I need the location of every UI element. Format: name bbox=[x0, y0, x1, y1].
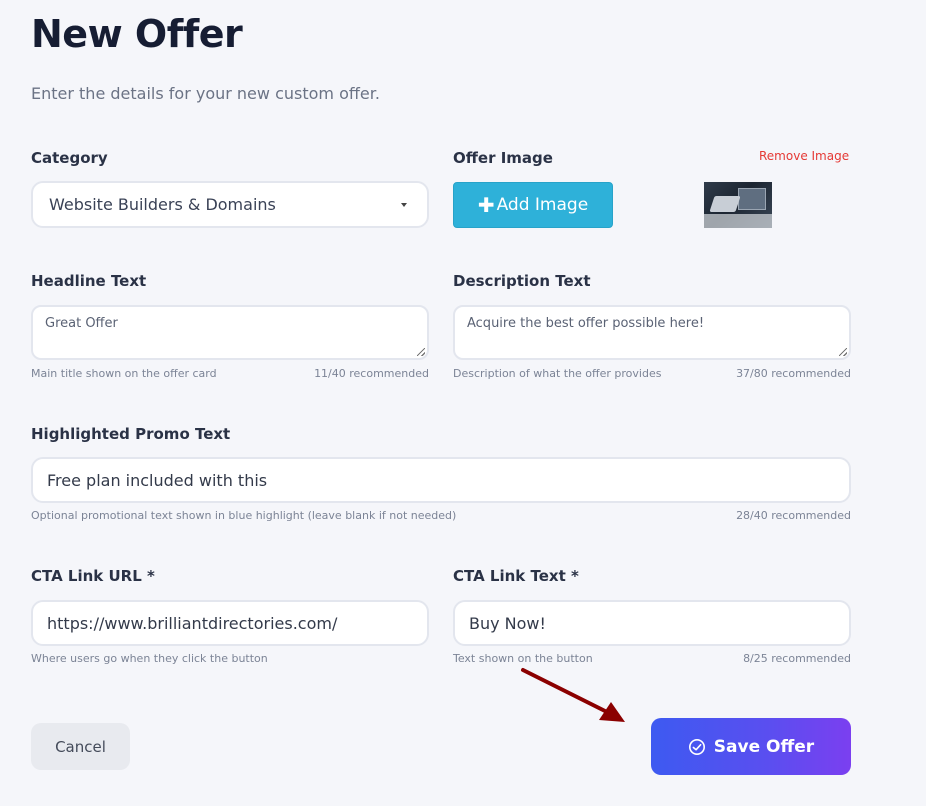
description-count: 37/80 recommended bbox=[736, 367, 851, 380]
headline-textarea[interactable]: Great Offer bbox=[31, 305, 429, 360]
add-image-button[interactable]: ✚ Add Image bbox=[453, 182, 613, 228]
cta-text-input[interactable]: Buy Now! bbox=[453, 600, 851, 646]
category-label: Category bbox=[31, 149, 108, 167]
description-textarea[interactable]: Acquire the best offer possible here! bbox=[453, 305, 851, 360]
plus-icon: ✚ bbox=[477, 193, 495, 217]
offer-image-label: Offer Image bbox=[453, 149, 553, 167]
page-title: New Offer bbox=[31, 12, 243, 56]
promo-input[interactable]: Free plan included with this bbox=[31, 457, 851, 503]
remove-image-link[interactable]: Remove Image bbox=[759, 149, 849, 163]
resize-grip-icon[interactable] bbox=[417, 348, 425, 356]
promo-hint: Optional promotional text shown in blue … bbox=[31, 509, 457, 522]
promo-label: Highlighted Promo Text bbox=[31, 425, 231, 443]
headline-value: Great Offer bbox=[45, 316, 118, 331]
save-offer-button[interactable]: Save Offer bbox=[651, 718, 851, 775]
resize-grip-icon[interactable] bbox=[839, 348, 847, 356]
check-circle-icon bbox=[688, 738, 705, 755]
cta-url-label: CTA Link URL * bbox=[31, 567, 155, 585]
cta-url-hint: Where users go when they click the butto… bbox=[31, 652, 268, 665]
offer-image-thumbnail bbox=[704, 182, 772, 228]
cta-text-count: 8/25 recommended bbox=[743, 652, 851, 665]
category-select[interactable]: Website Builders & Domains bbox=[31, 181, 429, 228]
page-subtitle: Enter the details for your new custom of… bbox=[31, 84, 380, 103]
chevron-down-icon bbox=[401, 203, 407, 207]
description-label: Description Text bbox=[453, 272, 591, 290]
save-offer-label: Save Offer bbox=[713, 736, 815, 757]
headline-hint: Main title shown on the offer card bbox=[31, 367, 217, 380]
cancel-button[interactable]: Cancel bbox=[31, 723, 130, 770]
annotation-arrow-icon bbox=[521, 668, 625, 722]
promo-value: Free plan included with this bbox=[47, 470, 268, 490]
cta-url-value: https://www.brilliantdirectories.com/ bbox=[47, 613, 338, 633]
cancel-label: Cancel bbox=[55, 737, 106, 756]
headline-label: Headline Text bbox=[31, 272, 147, 290]
cta-text-label: CTA Link Text * bbox=[453, 567, 579, 585]
description-hint: Description of what the offer provides bbox=[453, 367, 662, 380]
add-image-label: Add Image bbox=[496, 195, 589, 215]
cta-text-value: Buy Now! bbox=[469, 613, 546, 633]
headline-count: 11/40 recommended bbox=[314, 367, 429, 380]
description-value: Acquire the best offer possible here! bbox=[467, 316, 705, 331]
new-offer-form: New Offer Enter the details for your new… bbox=[0, 0, 926, 806]
cta-url-input[interactable]: https://www.brilliantdirectories.com/ bbox=[31, 600, 429, 646]
promo-count: 28/40 recommended bbox=[736, 509, 851, 522]
category-selected-value: Website Builders & Domains bbox=[49, 195, 276, 214]
